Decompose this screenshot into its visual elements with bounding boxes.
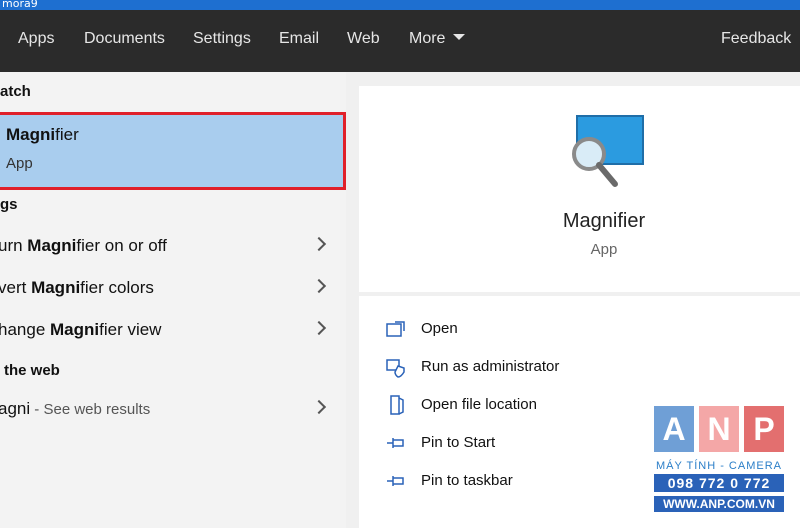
tab-web[interactable]: Web [347,30,380,48]
tab-documents[interactable]: Documents [84,30,165,48]
tab-settings[interactable]: Settings [193,30,251,48]
logo-letter-n: N [699,406,739,452]
chevron-right-icon[interactable] [311,278,327,294]
logo-letter-p: P [744,406,784,452]
web-heading: the web [4,362,60,379]
best-match-type: App [6,155,33,172]
settings-heading: gs [0,196,18,213]
app-type: App [590,241,618,258]
result-label: hange Magnifier view [0,320,162,339]
web-result-label: agni - See web results [0,399,151,418]
chevron-right-icon[interactable] [311,399,327,415]
best-match-heading: atch [0,83,31,100]
chevron-down-icon [453,34,466,40]
best-match-name: Magnifier [6,125,79,144]
tab-more-label: More [409,30,446,47]
window-title: mora9 [2,0,38,10]
window-titlebar: mora9 [0,0,800,10]
logo-tagline: MÁY TÍNH - CAMERA [656,460,782,472]
settings-result-invert-colors[interactable]: vert Magnifier colors [0,269,346,309]
magnifier-app-icon [572,115,644,187]
tab-email[interactable]: Email [279,30,319,48]
feedback-button[interactable]: Feedback [721,30,791,48]
search-filter-bar: Apps Documents Settings Email Web More F… [0,10,800,72]
file-location-icon [390,395,404,415]
app-preview-header: Magnifier App [359,86,800,292]
web-result[interactable]: agni - See web results [0,390,346,430]
anp-watermark-logo: A N P MÁY TÍNH - CAMERA 098 772 0 772 WW… [650,406,788,520]
chevron-right-icon[interactable] [311,320,327,336]
result-label: vert Magnifier colors [0,278,154,297]
pin-icon [387,476,404,486]
logo-url: WWW.ANP.COM.VN [654,496,784,512]
best-match-result[interactable]: Magnifier App [0,112,346,190]
tab-apps[interactable]: Apps [18,30,54,48]
open-icon [386,321,405,337]
pin-icon [387,438,404,448]
logo-letter-a: A [654,406,694,452]
results-list: atch Magnifier App gs urn Magnifier on o… [0,72,346,528]
settings-result-turn-on-off[interactable]: urn Magnifier on or off [0,227,346,267]
chevron-right-icon[interactable] [311,236,327,252]
shield-icon [386,359,405,378]
logo-phone: 098 772 0 772 [654,474,784,492]
result-label: urn Magnifier on or off [0,236,167,255]
app-title: Magnifier [562,210,646,232]
tab-more[interactable]: More [409,30,466,48]
settings-result-change-view[interactable]: hange Magnifier view [0,311,346,351]
